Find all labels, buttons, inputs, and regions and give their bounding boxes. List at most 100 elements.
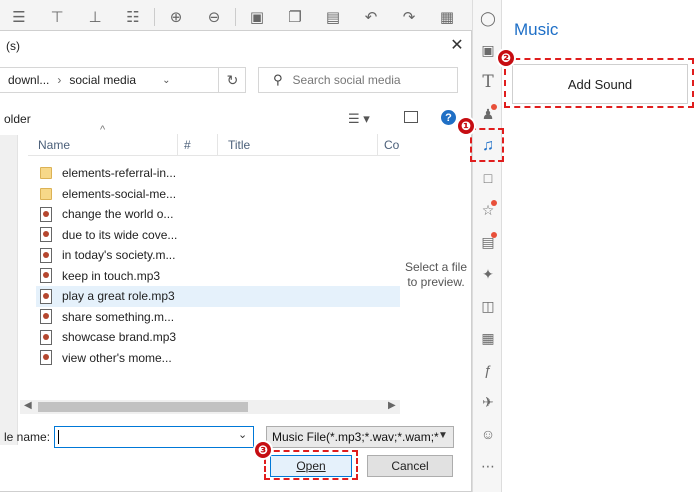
zoom-in-icon[interactable]: ⊕ <box>157 0 195 34</box>
text-icon[interactable]: T <box>480 72 496 92</box>
file-list: elements-referral-in... elements-social-m… <box>36 163 400 368</box>
column-name[interactable]: Name <box>28 134 178 156</box>
music-highlight <box>470 128 504 162</box>
text-cursor <box>58 430 59 444</box>
file-type-select[interactable]: Music File(*.mp3;*.wav;*.wam;* <box>266 426 454 448</box>
distribute-icon[interactable]: ☷ <box>114 0 152 34</box>
help-icon[interactable]: ? <box>441 110 456 125</box>
search-placeholder: Search social media <box>292 73 401 87</box>
folder-icon <box>40 187 52 200</box>
file-row[interactable]: elements-referral-in... <box>36 163 400 184</box>
preview-message: Select a file to preview. <box>404 260 468 289</box>
toolbar-divider <box>154 7 155 26</box>
add-sound-button[interactable]: Add Sound <box>512 64 688 104</box>
file-name: play a great role.mp3 <box>62 289 175 304</box>
align-left-icon[interactable]: ☰ <box>0 0 38 34</box>
voice-icon[interactable]: ☺ <box>480 426 496 442</box>
airplane-icon[interactable]: ✈ <box>480 394 496 410</box>
scrollbar-thumb[interactable] <box>38 402 248 412</box>
file-name: in today's society.m... <box>62 248 176 263</box>
file-row[interactable]: play a great role.mp3 <box>36 286 400 307</box>
preview-pane-icon[interactable] <box>404 111 418 123</box>
file-row[interactable]: share something.m... <box>36 307 400 328</box>
notification-dot <box>491 200 497 206</box>
scroll-left-icon[interactable]: ◀ <box>24 400 32 411</box>
cancel-button[interactable]: Cancel <box>367 455 453 477</box>
column-title[interactable]: Title <box>218 134 378 156</box>
video-icon[interactable]: ▦ <box>480 330 496 346</box>
properties-icon[interactable]: ▦ <box>428 0 466 34</box>
file-name-label: le name: <box>4 430 51 444</box>
file-row[interactable]: in today's society.m... <box>36 245 400 266</box>
file-row[interactable]: keep in touch.mp3 <box>36 266 400 287</box>
chevron-down-icon[interactable]: ⌄ <box>162 75 170 86</box>
scroll-right-icon[interactable]: ▶ <box>388 400 396 411</box>
shapes-icon[interactable]: ◯ <box>480 10 496 26</box>
audio-file-icon <box>40 227 52 243</box>
redo-icon[interactable]: ↷ <box>390 0 428 34</box>
address-bar[interactable]: downl... › social media ⌄ <box>0 67 246 93</box>
audio-file-icon <box>40 329 52 345</box>
file-name: keep in touch.mp3 <box>62 268 161 283</box>
audio-file-icon <box>40 206 52 222</box>
column-header: Name # Title Co <box>28 134 400 156</box>
close-icon[interactable]: ✕ <box>446 35 468 55</box>
file-row[interactable]: elements-social-me... <box>36 184 400 205</box>
audio-file-icon <box>40 268 52 284</box>
image-icon[interactable]: ▣ <box>480 42 496 58</box>
nav-pane-scrollbar[interactable] <box>0 135 18 445</box>
file-name: change the world o... <box>62 207 174 222</box>
file-name: elements-social-me... <box>62 186 177 201</box>
audio-file-icon <box>40 350 52 366</box>
file-name: elements-referral-in... <box>62 166 177 181</box>
paste-icon[interactable]: ▤ <box>314 0 352 34</box>
audio-file-icon <box>40 288 52 304</box>
file-name: share something.m... <box>62 309 175 324</box>
folder-icon <box>40 167 52 180</box>
step-badge-1: ❶ <box>456 116 476 136</box>
address-segment[interactable]: social media <box>69 73 136 87</box>
step-badge-2: ❷ <box>496 48 516 68</box>
view-options-icon[interactable]: ☰ ▾ <box>348 111 370 127</box>
refresh-icon[interactable]: ↻ <box>218 68 246 92</box>
file-name: due to its wide cove... <box>62 227 178 242</box>
dialog-title: (s) <box>6 39 20 53</box>
folder-icon[interactable]: ◫ <box>480 298 496 314</box>
tool-strip: ◯ ▣ T ♟ ♫ □ ☆ ▤ ✦ ◫ ▦ ƒ ✈ ☺ ⋯ <box>472 0 502 492</box>
search-icon: ⚲ <box>273 72 283 87</box>
notification-dot <box>491 232 497 238</box>
address-segment[interactable]: downl... <box>8 73 49 87</box>
file-row[interactable]: showcase brand.mp3 <box>36 327 400 348</box>
new-folder-button[interactable]: older <box>4 112 31 126</box>
undo-icon[interactable]: ↶ <box>352 0 390 34</box>
column-number[interactable]: # <box>178 134 218 156</box>
audio-file-icon <box>40 247 52 263</box>
lock-icon[interactable]: ▣ <box>238 0 276 34</box>
chevron-down-icon[interactable]: ▼ <box>438 430 448 441</box>
toolbar-divider <box>235 7 236 26</box>
chevron-right-icon: › <box>57 73 62 87</box>
audio-file-icon <box>40 309 52 325</box>
open-button[interactable]: Open <box>270 455 352 477</box>
file-name-input[interactable] <box>54 426 254 448</box>
zoom-out-icon[interactable]: ⊖ <box>195 0 233 34</box>
file-name: view other's mome... <box>62 350 172 365</box>
effects-icon[interactable]: ✦ <box>480 266 496 282</box>
file-name: showcase brand.mp3 <box>62 330 177 345</box>
column-contributing[interactable]: Co <box>378 134 400 156</box>
search-input[interactable]: ⚲ Search social media <box>258 67 458 93</box>
step-badge-3: ❸ <box>253 440 273 460</box>
file-row[interactable]: due to its wide cove... <box>36 225 400 246</box>
notification-dot <box>491 104 497 110</box>
speech-bubble-icon[interactable]: □ <box>480 170 496 186</box>
file-row[interactable]: change the world o... <box>36 204 400 225</box>
file-row[interactable]: view other's mome... <box>36 348 400 369</box>
formula-icon[interactable]: ƒ <box>480 362 496 378</box>
panel-title: Music <box>514 20 559 39</box>
copy-icon[interactable]: ❐ <box>276 0 314 34</box>
top-toolbar: ☰ ⊤ ⊥ ☷ ⊕ ⊖ ▣ ❐ ▤ ↶ ↷ ▦ <box>0 0 472 34</box>
chevron-down-icon[interactable]: ⌄ <box>238 428 247 441</box>
align-top-icon[interactable]: ⊤ <box>38 0 76 34</box>
align-bottom-icon[interactable]: ⊥ <box>76 0 114 34</box>
more-icon[interactable]: ⋯ <box>480 458 496 474</box>
